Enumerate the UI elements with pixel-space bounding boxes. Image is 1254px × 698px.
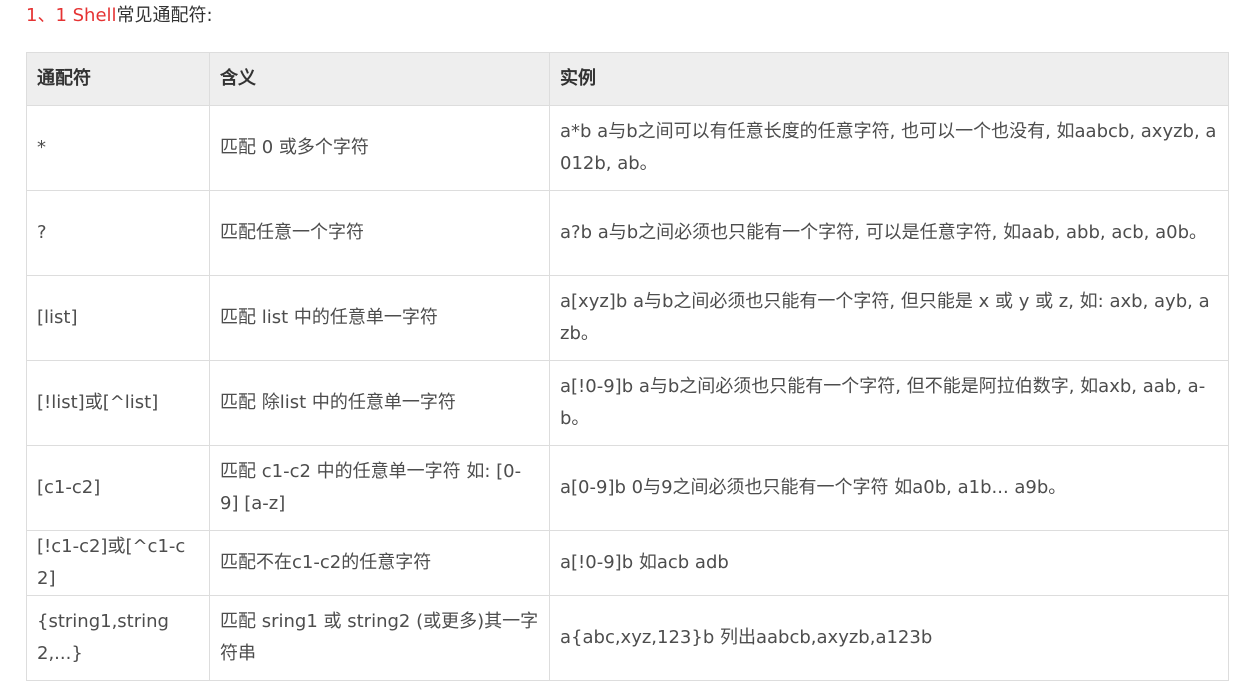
- cell-wildcard: [!list]或[^list]: [26, 360, 210, 446]
- cell-meaning: 匹配 list 中的任意单一字符: [209, 275, 550, 361]
- cell-wildcard: ?: [26, 190, 210, 276]
- cell-example: a{abc,xyz,123}b 列出aabcb,axyzb,a123b: [549, 595, 1229, 681]
- table-row: [!c1-c2]或[^c1-c2] 匹配不在c1-c2的任意字符 a[!0-9]…: [26, 530, 1229, 596]
- table-row: * 匹配 0 或多个字符 a*b a与b之间可以有任意长度的任意字符, 也可以一…: [26, 105, 1229, 191]
- cell-wildcard: *: [26, 105, 210, 191]
- table-row: [!list]或[^list] 匹配 除list 中的任意单一字符 a[!0-9…: [26, 360, 1229, 446]
- cell-meaning: 匹配任意一个字符: [209, 190, 550, 276]
- table-header-row: 通配符 含义 实例: [26, 52, 1229, 106]
- table-row: {string1,string2,...} 匹配 sring1 或 string…: [26, 595, 1229, 681]
- cell-meaning: 匹配 c1-c2 中的任意单一字符 如: [0-9] [a-z]: [209, 445, 550, 531]
- cell-meaning: 匹配 除list 中的任意单一字符: [209, 360, 550, 446]
- table-row: [list] 匹配 list 中的任意单一字符 a[xyz]b a与b之间必须也…: [26, 275, 1229, 361]
- section-heading: 1、1 Shell常见通配符:: [26, 3, 213, 29]
- cell-example: a*b a与b之间可以有任意长度的任意字符, 也可以一个也没有, 如aabcb,…: [549, 105, 1229, 191]
- table-row: [c1-c2] 匹配 c1-c2 中的任意单一字符 如: [0-9] [a-z]…: [26, 445, 1229, 531]
- cell-example: a[xyz]b a与b之间必须也只能有一个字符, 但只能是 x 或 y 或 z,…: [549, 275, 1229, 361]
- cell-example: a[!0-9]b a与b之间必须也只能有一个字符, 但不能是阿拉伯数字, 如ax…: [549, 360, 1229, 446]
- header-wildcard: 通配符: [26, 52, 210, 106]
- header-meaning: 含义: [209, 52, 550, 106]
- cell-wildcard: [!c1-c2]或[^c1-c2]: [26, 530, 210, 596]
- section-number: 1、1 Shell: [26, 5, 117, 26]
- table-row: ? 匹配任意一个字符 a?b a与b之间必须也只能有一个字符, 可以是任意字符,…: [26, 190, 1229, 276]
- cell-wildcard: [list]: [26, 275, 210, 361]
- cell-wildcard: [c1-c2]: [26, 445, 210, 531]
- cell-meaning: 匹配 0 或多个字符: [209, 105, 550, 191]
- header-example: 实例: [549, 52, 1229, 106]
- cell-example: a?b a与b之间必须也只能有一个字符, 可以是任意字符, 如aab, abb,…: [549, 190, 1229, 276]
- section-title: 常见通配符:: [116, 5, 213, 26]
- cell-meaning: 匹配不在c1-c2的任意字符: [209, 530, 550, 596]
- cell-wildcard: {string1,string2,...}: [26, 595, 210, 681]
- cell-example: a[!0-9]b 如acb adb: [549, 530, 1229, 596]
- wildcard-table: 通配符 含义 实例 * 匹配 0 或多个字符 a*b a与b之间可以有任意长度的…: [26, 52, 1229, 681]
- cell-example: a[0-9]b 0与9之间必须也只能有一个字符 如a0b, a1b... a9b…: [549, 445, 1229, 531]
- cell-meaning: 匹配 sring1 或 string2 (或更多)其一字符串: [209, 595, 550, 681]
